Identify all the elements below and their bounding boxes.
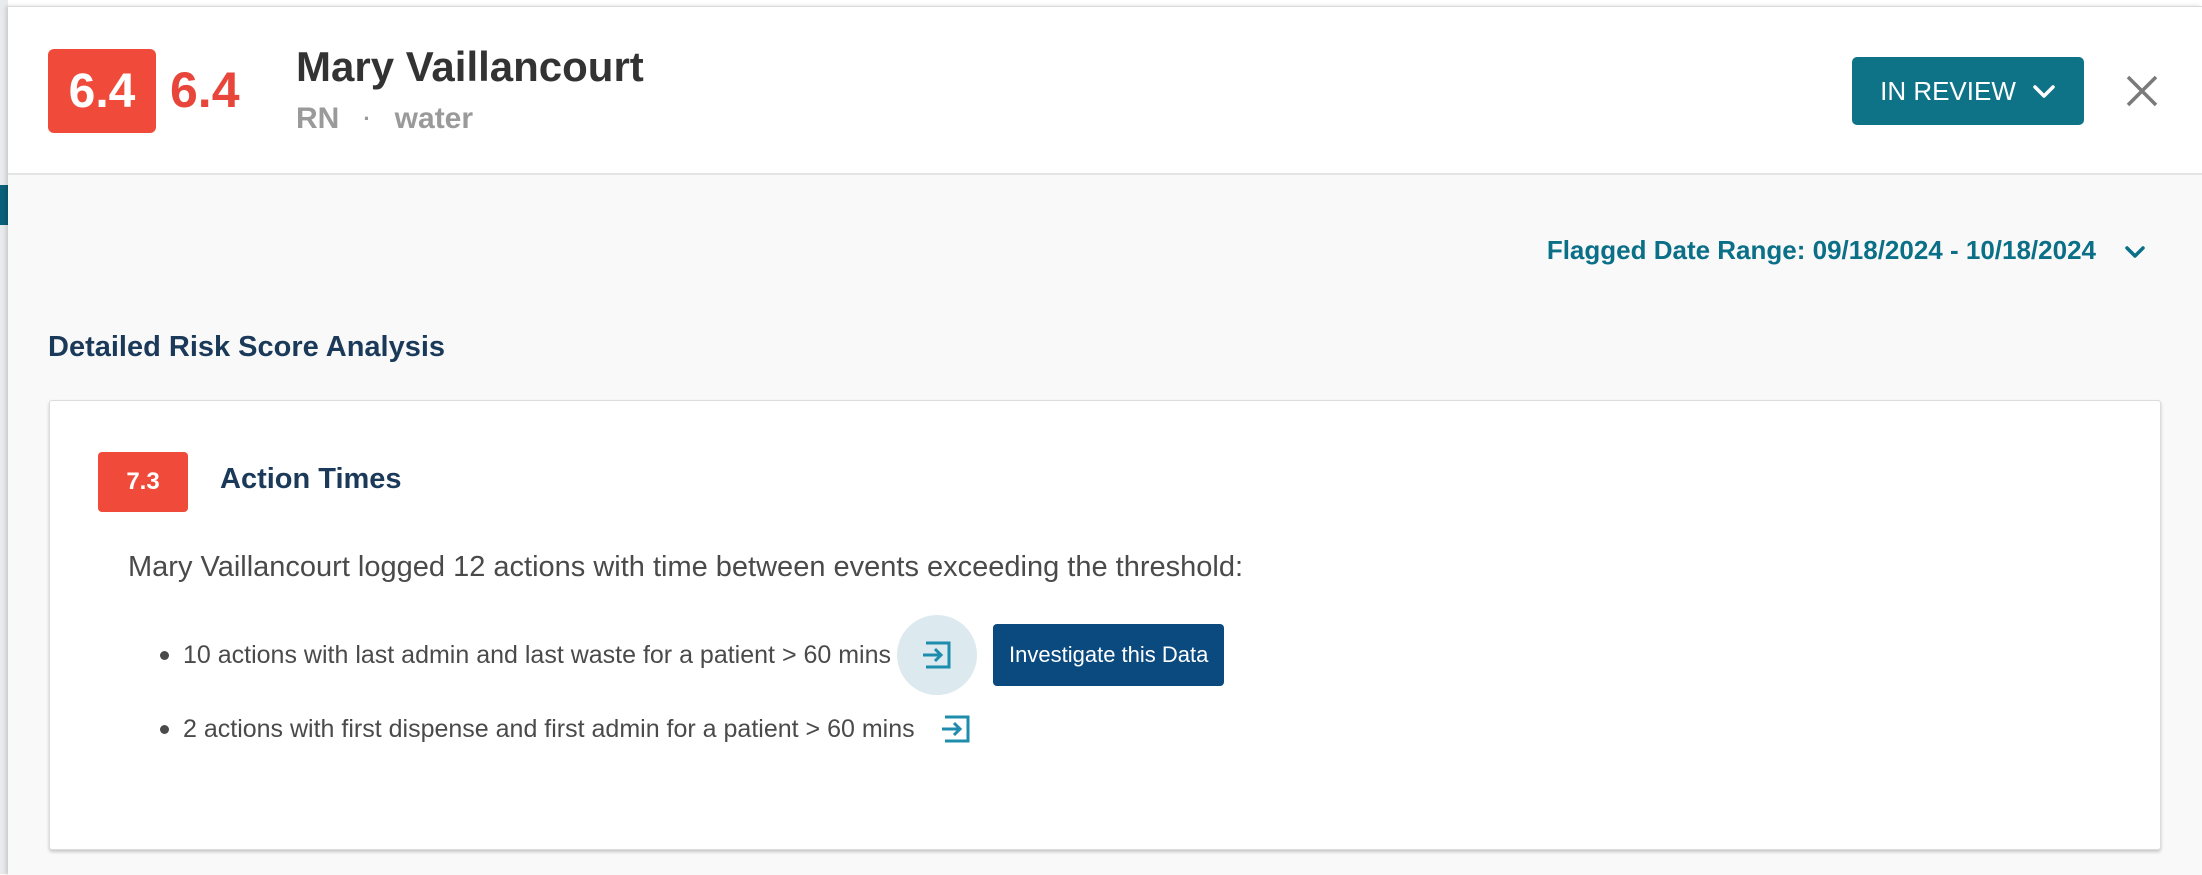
background-accent (0, 185, 8, 225)
factor-title: Action Times (220, 463, 402, 495)
open-in-icon[interactable] (939, 712, 973, 746)
clinician-substance: water (394, 102, 474, 135)
chevron-down-icon (2124, 235, 2146, 266)
bullet-dot (160, 650, 169, 660)
flagged-date-range-label: Flagged Date Range: 09/18/2024 - 10/18/2… (1546, 235, 2096, 265)
close-icon[interactable] (2120, 69, 2164, 113)
risk-score-value: 6.4 (170, 62, 240, 118)
subtitle-separator: · (363, 106, 371, 131)
risk-factor-card: 7.3 Action Times Mary Vaillancourt logge… (49, 400, 2161, 850)
investigate-data-button[interactable]: Investigate this Data (993, 624, 1225, 686)
clinician-role: RN (296, 102, 340, 135)
bullet-dot (160, 724, 169, 734)
panel-header: 6.4 6.4 Mary Vaillancourt RN · water IN … (8, 7, 2202, 175)
list-item: 10 actions with last admin and last wast… (160, 615, 1225, 695)
open-in-icon[interactable] (897, 615, 978, 695)
clinician-name: Mary Vaillancourt (296, 43, 644, 90)
list-item-text: 2 actions with first dispense and first … (183, 714, 915, 743)
status-label: IN REVIEW (1880, 75, 2016, 106)
factor-summary: Mary Vaillancourt logged 12 actions with… (128, 551, 1243, 583)
section-title: Detailed Risk Score Analysis (48, 331, 446, 363)
background-page (0, 0, 8, 874)
clinician-subtitle: RN · water (296, 99, 473, 139)
factor-score-badge: 7.3 (98, 452, 188, 512)
chevron-down-icon (2032, 76, 2056, 107)
risk-score-badge: 6.4 (48, 49, 156, 133)
flagged-date-range-toggle[interactable]: Flagged Date Range: 09/18/2024 - 10/18/2… (1547, 235, 2146, 266)
risk-detail-panel: 6.4 6.4 Mary Vaillancourt RN · water IN … (8, 6, 2202, 875)
list-item-text: 10 actions with last admin and last wast… (183, 640, 892, 669)
status-dropdown-button[interactable]: IN REVIEW (1852, 57, 2084, 125)
list-item: 2 actions with first dispense and first … (160, 707, 973, 751)
